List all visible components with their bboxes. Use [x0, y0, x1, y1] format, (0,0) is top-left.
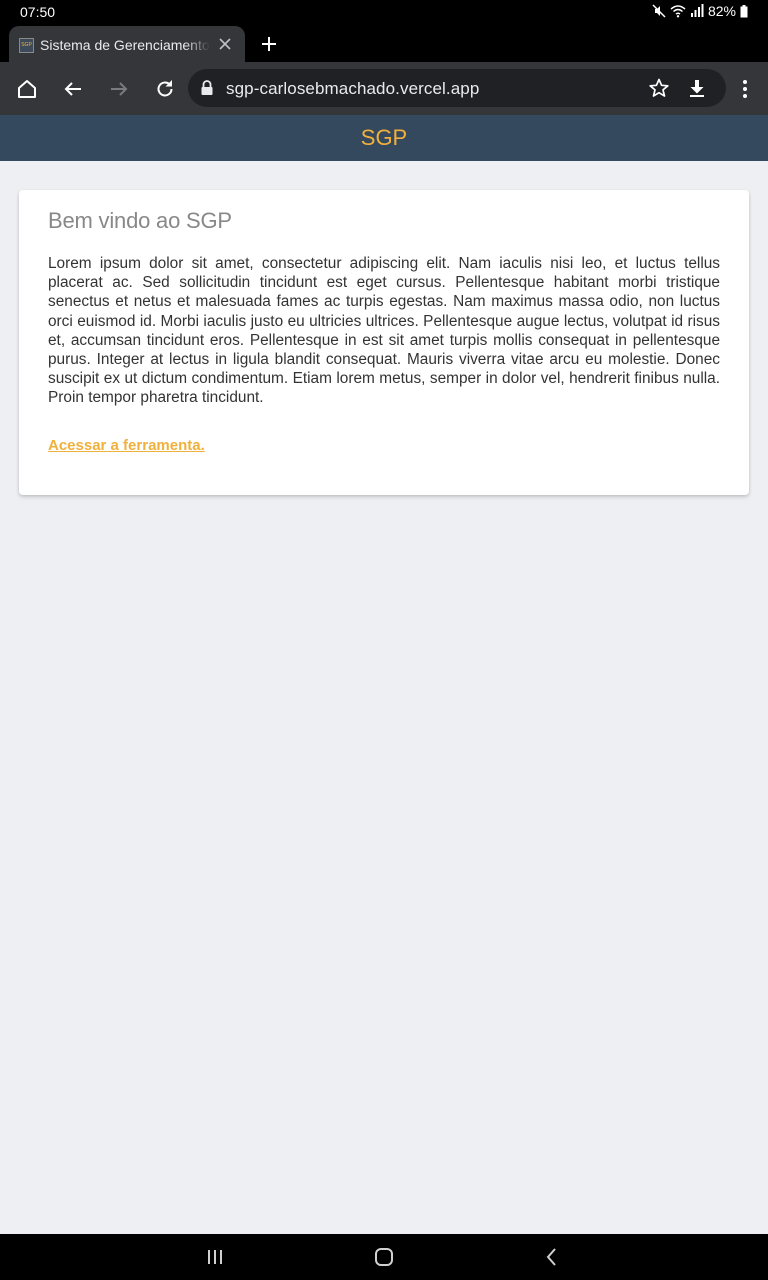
navigation-bar	[0, 1234, 768, 1280]
wifi-icon	[670, 5, 686, 18]
tab-strip: SGP Sistema de Gerenciamento de Projetos	[0, 24, 768, 64]
browser-toolbar: sgp-carlosebmachado.vercel.app	[0, 62, 768, 115]
url-text: sgp-carlosebmachado.vercel.app	[226, 79, 480, 98]
battery-icon	[740, 4, 748, 17]
card-body: Lorem ipsum dolor sit amet, consectetur …	[48, 255, 720, 407]
back-button-icon[interactable]	[540, 1246, 564, 1268]
more-menu-icon[interactable]	[737, 77, 753, 101]
app-brand[interactable]: SGP	[361, 125, 407, 151]
close-tab-icon[interactable]	[217, 36, 233, 52]
browser-tab[interactable]: SGP Sistema de Gerenciamento de Projetos	[9, 26, 245, 64]
signal-icon	[690, 4, 704, 17]
battery-percent: 82%	[707, 3, 736, 19]
home-icon[interactable]	[15, 77, 39, 101]
status-bar: 07:50 82%	[0, 0, 768, 24]
address-bar[interactable]: sgp-carlosebmachado.vercel.app	[188, 69, 726, 107]
home-button-icon[interactable]	[372, 1246, 396, 1268]
web-page: SGP Bem vindo ao SGP Lorem ipsum dolor s…	[0, 115, 768, 1234]
forward-arrow-icon[interactable]	[107, 77, 131, 101]
download-icon[interactable]	[686, 77, 708, 99]
app-header: SGP	[0, 115, 768, 161]
welcome-card: Bem vindo ao SGP Lorem ipsum dolor sit a…	[19, 190, 749, 495]
access-tool-link[interactable]: Acessar a ferramenta.	[48, 437, 205, 454]
lock-icon	[201, 80, 213, 95]
bookmark-star-icon[interactable]	[648, 77, 670, 99]
site-favicon-icon: SGP	[19, 37, 34, 53]
reload-icon[interactable]	[153, 77, 177, 101]
status-icons: 82%	[652, 3, 748, 19]
card-title: Bem vindo ao SGP	[48, 208, 232, 233]
new-tab-icon[interactable]	[258, 33, 280, 55]
mute-icon	[652, 4, 666, 18]
tab-title: Sistema de Gerenciamento de Projetos	[40, 37, 210, 53]
back-arrow-icon[interactable]	[61, 77, 85, 101]
recent-apps-icon[interactable]	[203, 1246, 227, 1268]
status-time: 07:50	[20, 4, 56, 20]
